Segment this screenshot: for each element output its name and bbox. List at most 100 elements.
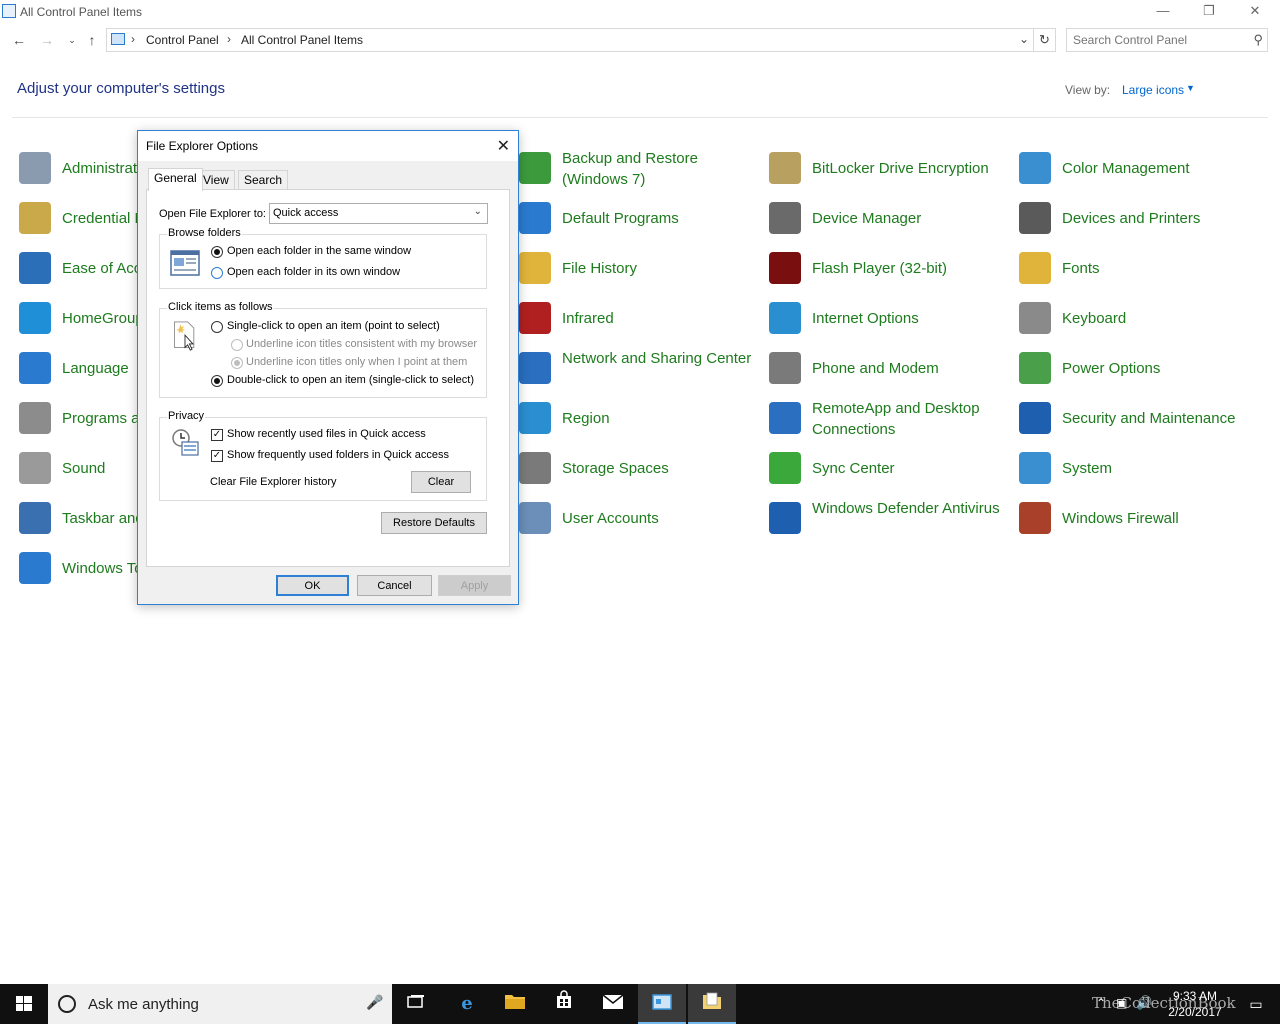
start-button[interactable] <box>0 984 48 1024</box>
search-icon[interactable]: ⚲ <box>1253 32 1263 48</box>
control-panel-item[interactable]: Storage Spaces <box>519 446 764 490</box>
control-panel-item[interactable]: RemoteApp and Desktop Connections <box>769 396 1014 440</box>
breadcrumb-control-panel[interactable]: Control Panel <box>146 33 219 47</box>
control-panel-item-label[interactable]: RemoteApp and Desktop Connections <box>812 398 1012 440</box>
control-panel-item[interactable]: Color Management <box>1019 146 1264 190</box>
control-panel-item-label[interactable]: Color Management <box>1062 158 1262 179</box>
microphone-icon[interactable]: 🎤 <box>366 994 383 1011</box>
control-panel-item[interactable]: Fonts <box>1019 246 1264 290</box>
control-panel-item-label[interactable]: Fonts <box>1062 258 1262 279</box>
address-dropdown-icon[interactable]: ⌄ <box>1019 32 1029 46</box>
control-panel-item-label[interactable]: Windows Firewall <box>1062 508 1262 529</box>
minimize-button[interactable]: — <box>1140 0 1186 24</box>
recent-files-label[interactable]: Show recently used files in Quick access <box>227 428 426 440</box>
file-explorer-taskbar-icon[interactable] <box>491 984 539 1024</box>
frequent-folders-checkbox[interactable]: ✓ <box>211 450 223 462</box>
control-panel-item-label[interactable]: Infrared <box>562 308 762 329</box>
control-panel-taskbar-icon[interactable] <box>638 984 686 1024</box>
task-view-icon[interactable] <box>392 984 440 1024</box>
breadcrumb-all-items[interactable]: All Control Panel Items <box>241 33 363 47</box>
file-explorer-options-taskbar-icon[interactable] <box>688 984 736 1024</box>
control-panel-item[interactable]: Infrared <box>519 296 764 340</box>
control-panel-item[interactable]: Devices and Printers <box>1019 196 1264 240</box>
control-panel-item-label[interactable]: Sync Center <box>812 458 1012 479</box>
control-panel-item-label[interactable]: Flash Player (32-bit) <box>812 258 1012 279</box>
open-to-select[interactable]: Quick access ⌄ <box>269 203 488 224</box>
single-click-label[interactable]: Single-click to open an item (point to s… <box>227 320 440 332</box>
dialog-close-icon[interactable]: ✕ <box>497 136 510 156</box>
control-panel-item-label[interactable]: Phone and Modem <box>812 358 1012 379</box>
control-panel-item-label[interactable]: Region <box>562 408 762 429</box>
control-panel-item[interactable]: Default Programs <box>519 196 764 240</box>
address-field[interactable]: › Control Panel › All Control Panel Item… <box>106 28 1034 52</box>
control-panel-item-label[interactable]: Keyboard <box>1062 308 1262 329</box>
control-panel-item[interactable]: User Accounts <box>519 496 764 540</box>
up-arrow-icon[interactable]: ↑ <box>82 30 102 50</box>
control-panel-item-label[interactable]: Network and Sharing Center <box>562 348 762 369</box>
control-panel-item[interactable]: Sync Center <box>769 446 1014 490</box>
control-panel-item-label[interactable]: Device Manager <box>812 208 1012 229</box>
back-arrow-icon[interactable]: ← <box>9 30 29 50</box>
edge-browser-icon[interactable]: e <box>443 984 491 1024</box>
mail-icon[interactable] <box>589 984 637 1024</box>
volume-icon[interactable]: 🔊 <box>1136 995 1152 1011</box>
control-panel-item-label[interactable]: Security and Maintenance <box>1062 408 1262 429</box>
view-by-caret-icon[interactable]: ▼ <box>1186 83 1195 93</box>
refresh-icon[interactable]: ↻ <box>1034 28 1056 52</box>
control-panel-item-label[interactable]: User Accounts <box>562 508 762 529</box>
control-panel-item-label[interactable]: BitLocker Drive Encryption <box>812 158 1012 179</box>
control-panel-item[interactable]: Windows Defender Antivirus <box>769 496 1014 540</box>
forward-arrow-icon[interactable]: → <box>37 30 57 50</box>
control-panel-item-label[interactable]: System <box>1062 458 1262 479</box>
tab-general[interactable]: General <box>148 168 203 191</box>
underline-browser-radio[interactable] <box>231 339 243 351</box>
view-by-dropdown[interactable]: Large icons <box>1122 83 1184 97</box>
control-panel-item[interactable]: Windows Firewall <box>1019 496 1264 540</box>
ok-button[interactable]: OK <box>276 575 349 596</box>
control-panel-item-label[interactable]: File History <box>562 258 762 279</box>
control-panel-item-label[interactable]: Default Programs <box>562 208 762 229</box>
double-click-radio[interactable] <box>211 375 223 387</box>
recent-files-checkbox[interactable]: ✓ <box>211 429 223 441</box>
control-panel-item[interactable]: Device Manager <box>769 196 1014 240</box>
store-icon[interactable] <box>540 984 588 1024</box>
control-panel-item[interactable]: File History <box>519 246 764 290</box>
breadcrumb-separator-icon[interactable]: › <box>131 32 135 46</box>
control-panel-item-label[interactable]: Power Options <box>1062 358 1262 379</box>
control-panel-item[interactable]: Backup and Restore (Windows 7) <box>519 146 764 190</box>
cortana-search-text[interactable]: Ask me anything <box>88 996 199 1013</box>
control-panel-item[interactable]: Keyboard <box>1019 296 1264 340</box>
restore-defaults-button[interactable]: Restore Defaults <box>381 512 487 534</box>
cortana-search-box[interactable]: Ask me anything 🎤 <box>48 984 392 1024</box>
same-window-label[interactable]: Open each folder in the same window <box>227 245 411 257</box>
tab-search[interactable]: Search <box>238 170 289 190</box>
clock[interactable]: 9:33 AM 2/20/2017 <box>1160 988 1230 1020</box>
control-panel-item[interactable]: Security and Maintenance <box>1019 396 1264 440</box>
single-click-radio[interactable] <box>211 321 223 333</box>
recent-locations-chevron-icon[interactable]: ⌄ <box>62 30 82 50</box>
network-icon[interactable]: ▣ <box>1116 996 1127 1010</box>
control-panel-item[interactable]: Internet Options <box>769 296 1014 340</box>
control-panel-item[interactable]: Region <box>519 396 764 440</box>
search-input[interactable] <box>1073 32 1243 48</box>
underline-point-radio[interactable] <box>231 357 243 369</box>
own-window-label[interactable]: Open each folder in its own window <box>227 266 400 278</box>
action-center-icon[interactable]: ▭ <box>1232 984 1280 1024</box>
frequent-folders-label[interactable]: Show frequently used folders in Quick ac… <box>227 449 449 461</box>
breadcrumb-separator-icon[interactable]: › <box>227 32 231 46</box>
restore-button[interactable]: ❐ <box>1186 0 1232 24</box>
control-panel-item[interactable]: Phone and Modem <box>769 346 1014 390</box>
apply-button[interactable]: Apply <box>438 575 511 596</box>
same-window-radio[interactable] <box>211 246 223 258</box>
search-box[interactable]: ⚲ <box>1066 28 1268 52</box>
control-panel-item[interactable]: Flash Player (32-bit) <box>769 246 1014 290</box>
cancel-button[interactable]: Cancel <box>357 575 432 596</box>
control-panel-item-label[interactable]: Storage Spaces <box>562 458 762 479</box>
control-panel-item[interactable]: Power Options <box>1019 346 1264 390</box>
control-panel-item-label[interactable]: Windows Defender Antivirus <box>812 498 1012 519</box>
control-panel-item-label[interactable]: Devices and Printers <box>1062 208 1262 229</box>
control-panel-item[interactable]: System <box>1019 446 1264 490</box>
clear-button[interactable]: Clear <box>411 471 471 493</box>
show-hidden-icons-chevron[interactable]: ⌃ <box>1096 996 1106 1010</box>
control-panel-item[interactable]: BitLocker Drive Encryption <box>769 146 1014 190</box>
